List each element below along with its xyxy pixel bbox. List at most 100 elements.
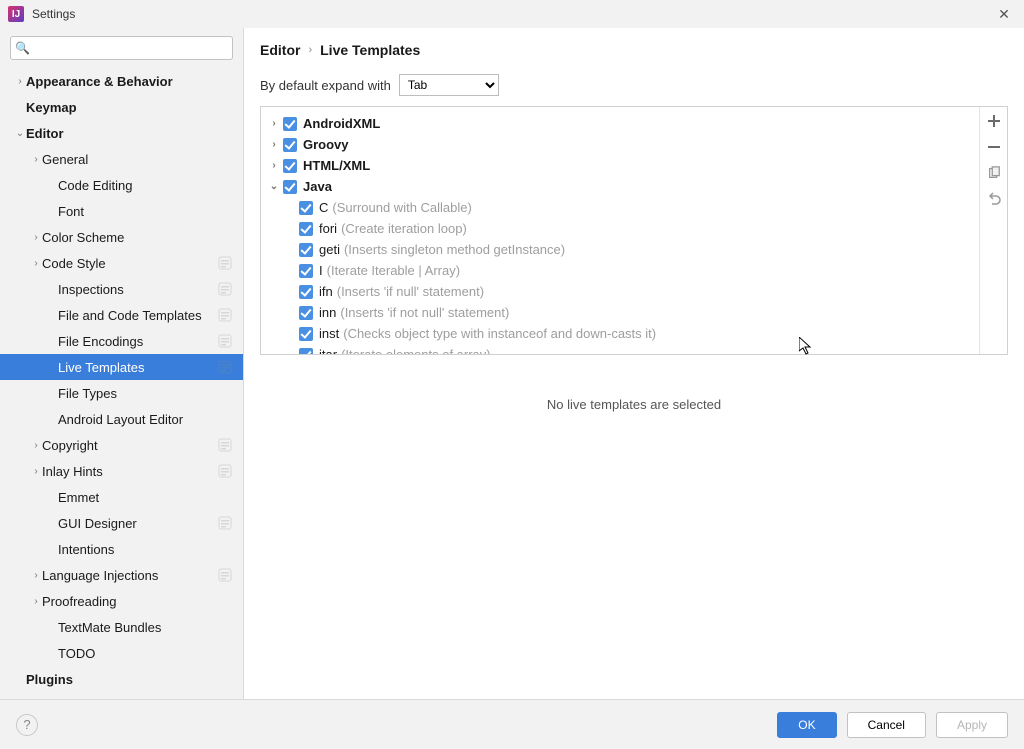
cancel-button[interactable]: Cancel (847, 712, 926, 738)
checkbox[interactable] (299, 306, 313, 320)
sidebar-item-gui-designer[interactable]: GUI Designer (0, 510, 243, 536)
sidebar-item-keymap[interactable]: Keymap (0, 94, 243, 120)
chevron-right-icon[interactable]: › (30, 154, 42, 165)
template-abbrev: C (319, 200, 328, 215)
template-abbrev: ifn (319, 284, 333, 299)
chevron-right-icon[interactable]: › (267, 139, 281, 150)
sidebar-item-label: Code Editing (58, 178, 243, 193)
template-abbrev: geti (319, 242, 340, 257)
expand-with-label: By default expand with (260, 78, 391, 93)
chevron-right-icon[interactable]: › (30, 440, 42, 451)
sidebar-item-appearance-behavior[interactable]: ›Appearance & Behavior (0, 68, 243, 94)
project-badge-icon (217, 307, 233, 323)
template-group-androidxml[interactable]: › AndroidXML (261, 113, 979, 134)
template-item-inn[interactable]: inn (Inserts 'if not null' statement) (261, 302, 979, 323)
sidebar-item-font[interactable]: Font (0, 198, 243, 224)
sidebar-item-code-style[interactable]: ›Code Style (0, 250, 243, 276)
sidebar-item-copyright[interactable]: ›Copyright (0, 432, 243, 458)
chevron-right-icon[interactable]: › (14, 76, 26, 87)
template-item-fori[interactable]: fori (Create iteration loop) (261, 218, 979, 239)
checkbox[interactable] (283, 117, 297, 131)
chevron-down-icon[interactable]: ⌄ (14, 128, 26, 139)
sidebar-item-emmet[interactable]: Emmet (0, 484, 243, 510)
sidebar-item-label: Language Injections (42, 568, 217, 583)
checkbox[interactable] (283, 180, 297, 194)
sidebar-item-label: TODO (58, 646, 243, 661)
template-item-i[interactable]: I (Iterate Iterable | Array) (261, 260, 979, 281)
sidebar-item-intentions[interactable]: Intentions (0, 536, 243, 562)
checkbox[interactable] (283, 138, 297, 152)
sidebar-item-inspections[interactable]: Inspections (0, 276, 243, 302)
template-tree[interactable]: ›AndroidXML›Groovy›HTML/XML⌄JavaC (Surro… (261, 107, 979, 354)
checkbox[interactable] (299, 201, 313, 215)
chevron-right-icon[interactable]: › (30, 466, 42, 477)
sidebar-item-file-encodings[interactable]: File Encodings (0, 328, 243, 354)
template-group-groovy[interactable]: ›Groovy (261, 134, 979, 155)
sidebar-item-proofreading[interactable]: ›Proofreading (0, 588, 243, 614)
sidebar-item-color-scheme[interactable]: ›Color Scheme (0, 224, 243, 250)
search-input[interactable]: 🔍 (10, 36, 233, 60)
template-abbrev: I (319, 263, 323, 278)
template-desc: (Surround with Callable) (332, 200, 471, 215)
project-badge-icon (217, 255, 233, 271)
chevron-right-icon[interactable]: › (30, 570, 42, 581)
sidebar-item-android-layout-editor[interactable]: Android Layout Editor (0, 406, 243, 432)
chevron-right-icon[interactable]: › (30, 258, 42, 269)
sidebar-item-live-templates[interactable]: Live Templates (0, 354, 243, 380)
add-button[interactable] (984, 111, 1004, 131)
template-item-ifn[interactable]: ifn (Inserts 'if null' statement) (261, 281, 979, 302)
template-desc: (Inserts singleton method getInstance) (344, 242, 565, 257)
chevron-right-icon[interactable]: › (30, 232, 42, 243)
copy-button[interactable] (984, 163, 1004, 183)
checkbox[interactable] (283, 159, 297, 173)
breadcrumb-root: Editor (260, 42, 300, 58)
sidebar-item-plugins[interactable]: Plugins (0, 666, 243, 692)
close-icon[interactable]: ✕ (992, 6, 1016, 23)
sidebar-item-editor[interactable]: ⌄Editor (0, 120, 243, 146)
sidebar-item-label: Editor (26, 126, 243, 141)
chevron-right-icon[interactable]: › (267, 118, 281, 129)
template-item-c[interactable]: C (Surround with Callable) (261, 197, 979, 218)
chevron-right-icon[interactable]: › (267, 160, 281, 171)
template-desc: (Create iteration loop) (341, 221, 467, 236)
checkbox[interactable] (299, 327, 313, 341)
ok-button[interactable]: OK (777, 712, 836, 738)
apply-button[interactable]: Apply (936, 712, 1008, 738)
sidebar-item-code-editing[interactable]: Code Editing (0, 172, 243, 198)
chevron-down-icon[interactable]: ⌄ (267, 181, 281, 192)
sidebar-item-todo[interactable]: TODO (0, 640, 243, 666)
template-item-itar[interactable]: itar (Iterate elements of array) (261, 344, 979, 354)
expand-with-select[interactable]: Tab (399, 74, 499, 96)
checkbox[interactable] (299, 243, 313, 257)
template-item-geti[interactable]: geti (Inserts singleton method getInstan… (261, 239, 979, 260)
template-group-name: AndroidXML (303, 116, 380, 131)
template-toolbar (979, 107, 1007, 354)
checkbox[interactable] (299, 222, 313, 236)
sidebar-item-file-types[interactable]: File Types (0, 380, 243, 406)
sidebar-item-inlay-hints[interactable]: ›Inlay Hints (0, 458, 243, 484)
template-desc: (Inserts 'if null' statement) (337, 284, 484, 299)
template-group-html-xml[interactable]: ›HTML/XML (261, 155, 979, 176)
remove-button[interactable] (984, 137, 1004, 157)
window-title: Settings (32, 7, 992, 21)
project-badge-icon (217, 515, 233, 531)
help-button[interactable]: ? (16, 714, 38, 736)
project-badge-icon (217, 333, 233, 349)
sidebar-item-label: TextMate Bundles (58, 620, 243, 635)
undo-button[interactable] (984, 189, 1004, 209)
sidebar-item-language-injections[interactable]: ›Language Injections (0, 562, 243, 588)
checkbox[interactable] (299, 285, 313, 299)
template-group-java[interactable]: ⌄Java (261, 176, 979, 197)
checkbox[interactable] (299, 264, 313, 278)
breadcrumb: Editor › Live Templates (244, 28, 1024, 70)
sidebar-item-label: Inspections (58, 282, 217, 297)
sidebar-item-file-and-code-templates[interactable]: File and Code Templates (0, 302, 243, 328)
search-field[interactable] (32, 41, 228, 55)
settings-tree[interactable]: ›Appearance & BehaviorKeymap⌄Editor›Gene… (0, 68, 243, 699)
sidebar-item-general[interactable]: ›General (0, 146, 243, 172)
template-item-inst[interactable]: inst (Checks object type with instanceof… (261, 323, 979, 344)
sidebar-item-label: File Encodings (58, 334, 217, 349)
checkbox[interactable] (299, 348, 313, 355)
chevron-right-icon[interactable]: › (30, 596, 42, 607)
sidebar-item-textmate-bundles[interactable]: TextMate Bundles (0, 614, 243, 640)
